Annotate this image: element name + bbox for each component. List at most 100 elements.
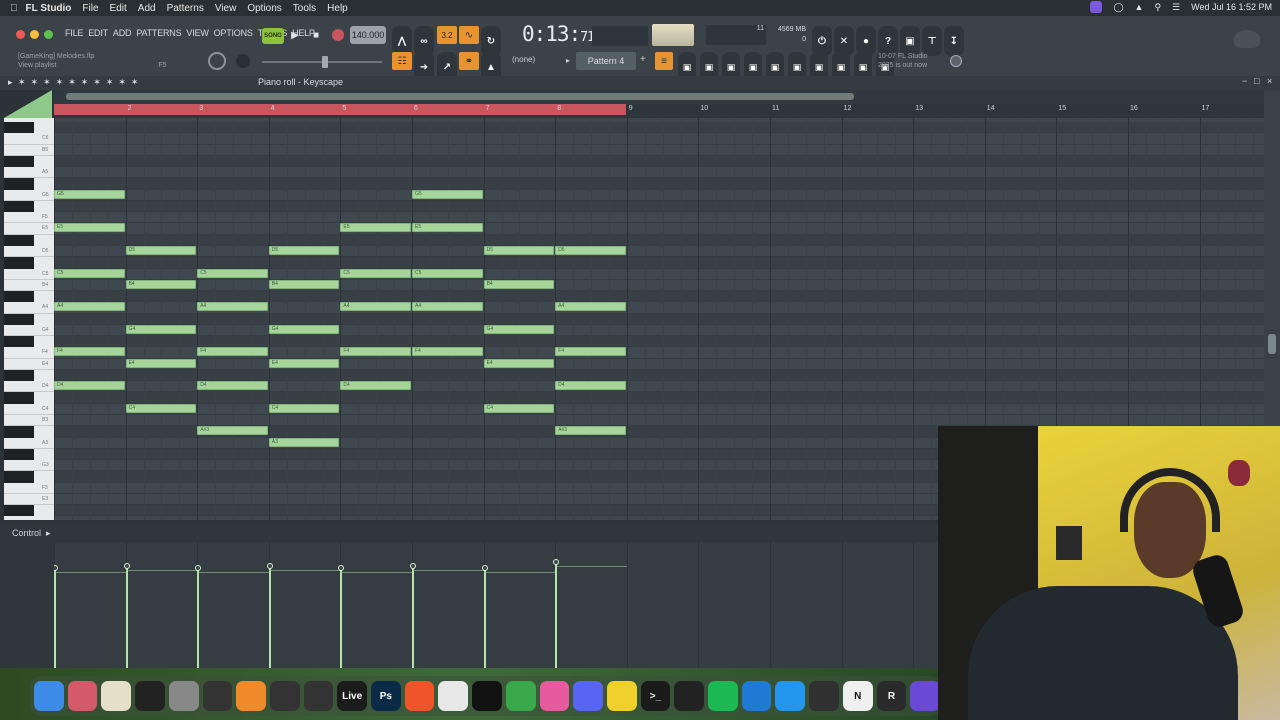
note[interactable]: F4: [197, 347, 268, 357]
black-key[interactable]: [4, 313, 34, 325]
note[interactable]: B4: [483, 279, 555, 289]
black-key[interactable]: [4, 291, 34, 303]
close-button[interactable]: [16, 30, 25, 39]
bar-number[interactable]: 17: [1202, 105, 1210, 112]
velocity-lane[interactable]: [54, 542, 940, 668]
master-volume-knob[interactable]: [208, 52, 226, 70]
black-key[interactable]: [4, 234, 34, 246]
screen-record-icon[interactable]: [1090, 1, 1103, 13]
blend-recording-button[interactable]: ∿: [459, 26, 479, 44]
clock[interactable]: Wed Jul 16 1:52 PM: [1191, 2, 1272, 12]
bar-number[interactable]: 8: [557, 105, 561, 112]
bar-number[interactable]: 12: [844, 105, 852, 112]
piano-roll-title[interactable]: Piano roll - Keyscape: [258, 77, 343, 87]
bar-number[interactable]: 9: [629, 105, 633, 112]
waveform-monitor[interactable]: [592, 26, 648, 46]
note[interactable]: E5: [54, 223, 125, 233]
black-key[interactable]: [4, 122, 34, 134]
zoom-button[interactable]: [44, 30, 53, 39]
note[interactable]: B4: [268, 279, 340, 289]
globe-icon[interactable]: [950, 55, 962, 67]
camera-icon[interactable]: [202, 681, 233, 711]
black-key[interactable]: [4, 505, 34, 517]
stop-button[interactable]: ■: [307, 26, 325, 44]
vscode-icon[interactable]: [741, 681, 772, 711]
countdown-button[interactable]: 3.2: [437, 26, 457, 44]
black-key[interactable]: [4, 336, 34, 348]
note[interactable]: C5: [412, 268, 483, 278]
finder-icon[interactable]: [34, 681, 64, 711]
wifi-icon[interactable]: ▲: [1135, 2, 1144, 12]
note[interactable]: G4: [125, 324, 197, 334]
control-center-icon[interactable]: ☰: [1172, 2, 1180, 13]
link-channels-button[interactable]: ⚭: [459, 52, 479, 70]
pencil-tool-icon[interactable]: ✶: [31, 77, 39, 88]
bar-number[interactable]: 13: [915, 105, 923, 112]
bar-number[interactable]: 3: [199, 105, 203, 112]
velocity-bar[interactable]: [125, 566, 128, 668]
velocity-handle[interactable]: [54, 565, 58, 571]
docker-icon[interactable]: [775, 681, 806, 711]
playback-tool-icon[interactable]: ✶: [118, 77, 126, 88]
cloud-icon[interactable]: [505, 681, 536, 711]
note[interactable]: C4: [125, 403, 197, 413]
black-key[interactable]: [4, 448, 34, 461]
black-key[interactable]: [4, 426, 34, 438]
mac-menu-patterns[interactable]: Patterns: [167, 3, 204, 14]
zoom-corner-button[interactable]: [4, 90, 52, 118]
mac-menu-add[interactable]: Add: [138, 3, 156, 14]
mac-menu-file[interactable]: File: [82, 3, 98, 14]
app-name[interactable]: FL Studio: [26, 3, 72, 14]
velocity-handle[interactable]: [338, 565, 345, 571]
bar-number[interactable]: 10: [700, 105, 708, 112]
black-key[interactable]: [4, 200, 34, 213]
bar-number[interactable]: 7: [486, 105, 490, 112]
black-key[interactable]: [4, 155, 34, 168]
bar-number[interactable]: 14: [987, 105, 995, 112]
capcut-icon[interactable]: [472, 681, 502, 711]
black-key[interactable]: [4, 369, 34, 382]
velocity-bar[interactable]: [268, 566, 271, 668]
spotify-icon[interactable]: [708, 681, 738, 711]
note[interactable]: B4: [125, 279, 197, 289]
master-pitch-knob[interactable]: [236, 54, 250, 68]
bar-number[interactable]: 15: [1058, 105, 1066, 112]
note[interactable]: G5: [412, 189, 483, 199]
velocity-bar[interactable]: [555, 562, 558, 668]
select-tool-icon[interactable]: ✶: [93, 77, 101, 88]
paint-tool-icon[interactable]: ✶: [43, 77, 51, 88]
black-key[interactable]: [4, 471, 34, 483]
box-icon[interactable]: [674, 681, 705, 711]
mac-menu-view[interactable]: View: [215, 3, 237, 14]
note[interactable]: A#3: [197, 426, 268, 436]
black-key[interactable]: [4, 257, 34, 269]
minimize-button[interactable]: [30, 30, 39, 39]
velocity-handle[interactable]: [195, 565, 202, 571]
velocity-bar[interactable]: [340, 568, 343, 668]
note[interactable]: A4: [555, 302, 626, 312]
bar-number[interactable]: 2: [128, 105, 132, 112]
song-mode-toggle[interactable]: SONG: [262, 28, 284, 44]
note[interactable]: A4: [54, 302, 125, 312]
note[interactable]: C5: [197, 268, 268, 278]
r-icon[interactable]: R: [876, 681, 907, 711]
menu-app-icon[interactable]: [910, 681, 940, 711]
bar-number[interactable]: 16: [1130, 105, 1138, 112]
audio-icon[interactable]: [269, 681, 300, 711]
note[interactable]: D4: [555, 381, 626, 391]
note[interactable]: E5: [340, 223, 411, 233]
add-pattern-button[interactable]: +: [640, 54, 646, 65]
velocity-handle[interactable]: [266, 563, 273, 569]
note[interactable]: F4: [54, 347, 125, 357]
apple-icon[interactable]: : [10, 3, 18, 14]
channel-selector[interactable]: (none): [512, 55, 535, 64]
slider-handle[interactable]: [322, 56, 328, 68]
velocity-handle[interactable]: [481, 565, 488, 571]
fl-menu-edit[interactable]: EDIT: [88, 28, 108, 38]
bar-number[interactable]: 6: [414, 105, 418, 112]
piano-roll-menu-icon[interactable]: ▸: [8, 77, 13, 88]
mac-menu-help[interactable]: Help: [327, 3, 348, 14]
time-display[interactable]: 0:13:71: [522, 22, 595, 46]
note[interactable]: E4: [483, 358, 555, 368]
note[interactable]: D4: [197, 381, 268, 391]
